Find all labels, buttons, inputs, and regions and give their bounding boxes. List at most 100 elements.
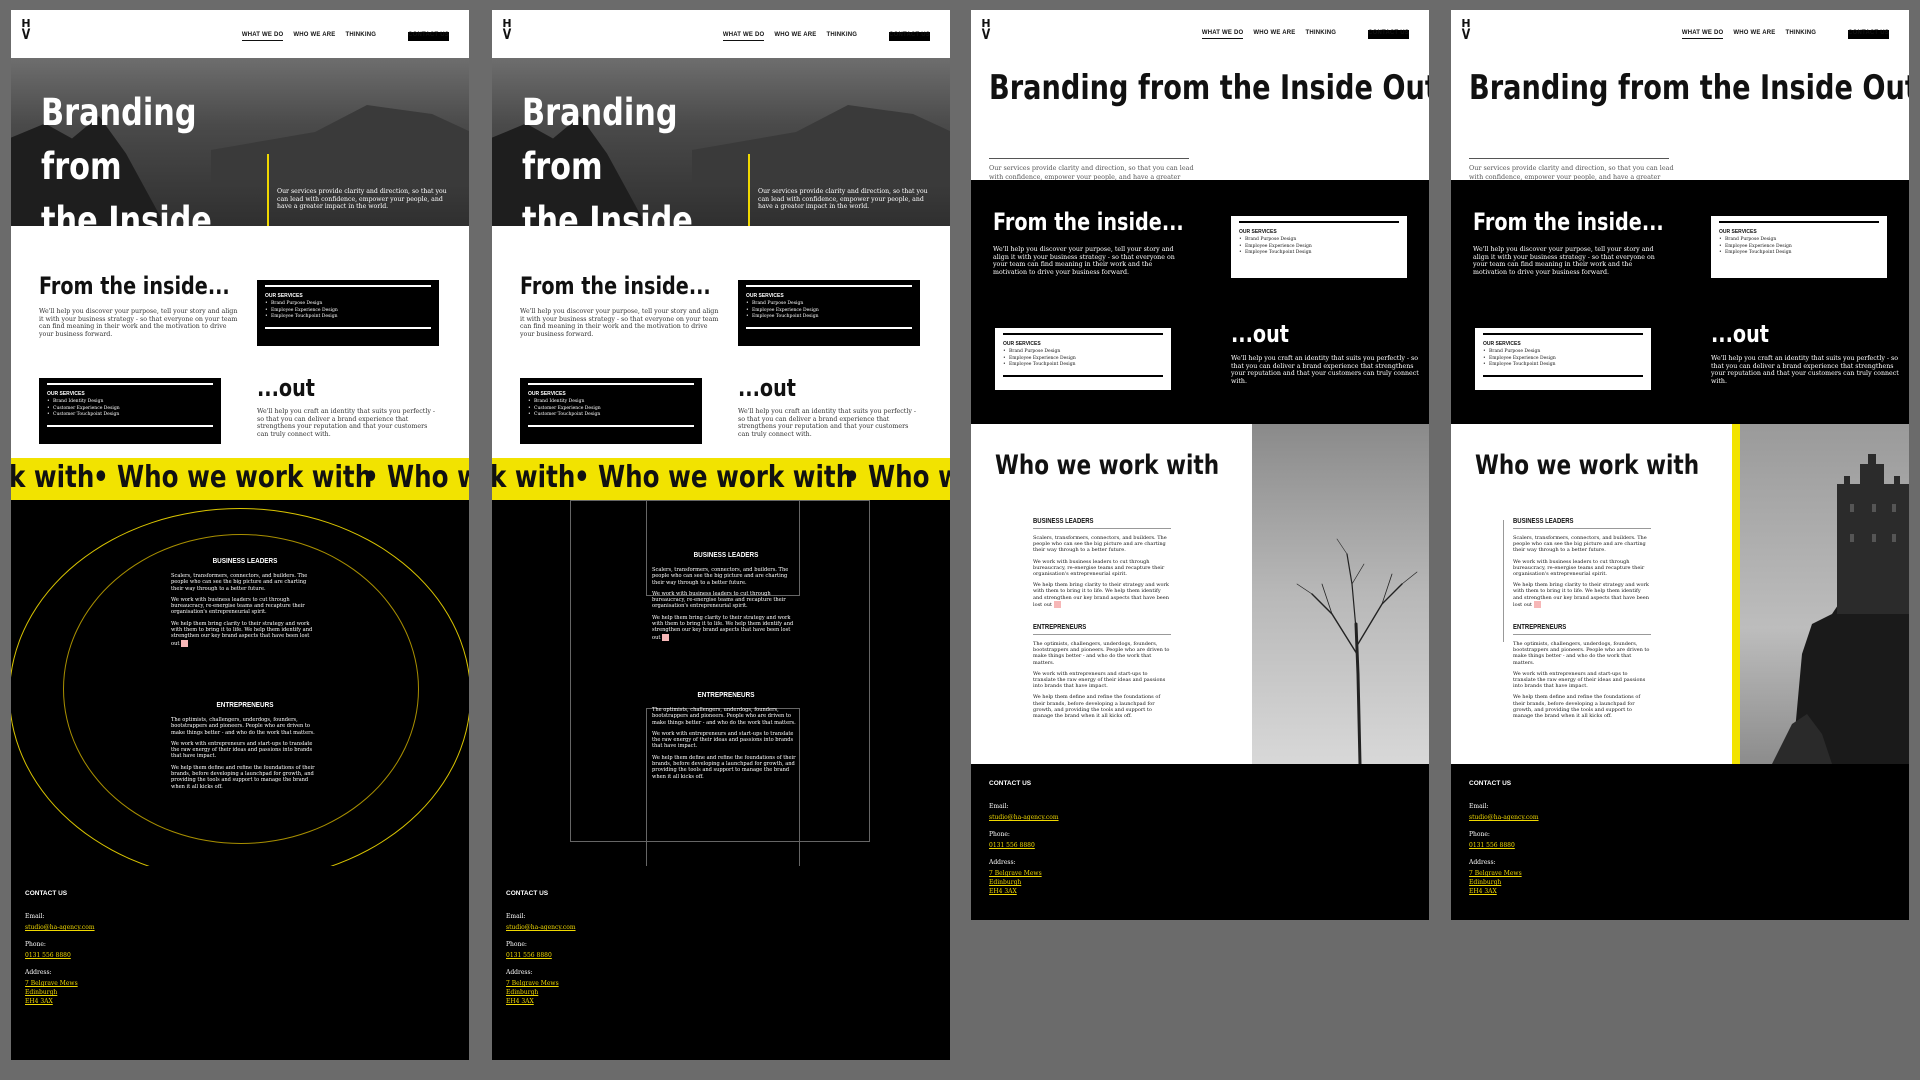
main-nav: WHAT WE DO WHO WE ARE THINKING CONTACT U… [1681, 30, 1889, 39]
hero: Branding from the Inside Out Our service… [971, 50, 1429, 190]
nav-thinking[interactable]: THINKING [346, 32, 377, 41]
business-leaders-block: BUSINESS LEADERS Scalers, transformers, … [652, 550, 794, 641]
phone-link[interactable]: 0131 556 8880 [989, 841, 1411, 850]
address-link[interactable]: 7 Belgrave Mews Edinburgh EH4 3AX [506, 979, 936, 1006]
hero-accent-line [267, 154, 269, 226]
nav-thinking[interactable]: THINKING [1786, 30, 1817, 39]
inside-out-section: From the inside... We'll help you discov… [492, 226, 950, 458]
who-we-work-with: BUSINESS LEADERS Scalers, transformers, … [11, 500, 469, 882]
site-header: H V WHAT WE DO WHO WE ARE THINKING CONTA… [492, 10, 950, 58]
nav-contact-us[interactable]: CONTACT US [1848, 30, 1889, 39]
hero: Branding fromthe Inside Out Our services… [492, 58, 950, 226]
inside-services-card: OUR SERVICES Brand Purpose Design Employ… [1711, 216, 1887, 278]
hero-title: Branding from the Inside Out [989, 68, 1429, 108]
out-heading: ...out [1231, 320, 1289, 348]
who-heading: Who we work with [1475, 450, 1700, 481]
phone-link[interactable]: 0131 556 8880 [25, 951, 455, 960]
nav-who-we-are[interactable]: WHO WE ARE [293, 32, 335, 41]
hero-divider [1469, 158, 1669, 159]
out-text: We'll help you craft an identity that su… [1231, 355, 1419, 385]
nav-what-we-do[interactable]: WHAT WE DO [1201, 30, 1244, 39]
nav-what-we-do[interactable]: WHAT WE DO [241, 32, 284, 41]
tree-image [1252, 424, 1429, 764]
phone-link[interactable]: 0131 556 8880 [506, 951, 936, 960]
hero-divider [989, 158, 1189, 159]
page-variant-4: H V WHAT WE DO WHO WE ARE THINKING CONTA… [1451, 10, 1909, 956]
entrepreneurs-block: ENTREPRENEURS The optimists, challengers… [1033, 624, 1171, 720]
inside-services-card: OUR SERVICES Brand Purpose Design Employ… [1231, 216, 1407, 278]
castle-image [1732, 424, 1909, 764]
page-variant-3: H V WHAT WE DO WHO WE ARE THINKING CONTA… [971, 10, 1429, 956]
address-link[interactable]: 7 Belgrave Mews Edinburgh EH4 3AX [25, 979, 455, 1006]
inside-text: We'll help you discover your purpose, te… [520, 308, 719, 338]
brand-logo[interactable]: H V [500, 18, 514, 52]
business-leaders-block: BUSINESS LEADERS Scalers, transformers, … [1033, 518, 1171, 613]
email-link[interactable]: studio@ha-agency.com [989, 813, 1411, 822]
business-leaders-block: BUSINESS LEADERS Scalers, transformers, … [171, 556, 313, 647]
out-services-card: OUR SERVICES Brand Identity Design Custo… [520, 378, 702, 444]
phone-link[interactable]: 0131 556 8880 [1469, 841, 1891, 850]
inside-out-section: From the inside... We'll help you discov… [971, 180, 1429, 424]
nav-who-we-are[interactable]: WHO WE ARE [1253, 30, 1295, 39]
inside-services-card: OUR SERVICES Brand Purpose Design Employ… [738, 280, 920, 346]
contact-footer: CONTACT US Email: studio@ha-agency.com P… [1451, 764, 1909, 920]
out-services-card: OUR SERVICES Brand Identity Design Custo… [39, 378, 221, 444]
hero-intro: Our services provide clarity and directi… [758, 188, 928, 210]
nav-who-we-are[interactable]: WHO WE ARE [774, 32, 816, 41]
out-text: We'll help you craft an identity that su… [1711, 355, 1899, 385]
email-link[interactable]: studio@ha-agency.com [506, 923, 936, 932]
inside-heading: From the inside... [39, 272, 230, 300]
out-text: We'll help you craft an identity that su… [257, 408, 436, 438]
hero-title: Branding from the Inside Out [1469, 68, 1909, 108]
brand-logo[interactable]: H V [1459, 18, 1473, 52]
inside-heading: From the inside... [1473, 208, 1664, 236]
page-variant-2: H V WHAT WE DO WHO WE ARE THINKING CONTA… [492, 10, 950, 1070]
entrepreneurs-block: ENTREPRENEURS The optimists, challengers… [171, 700, 315, 790]
who-we-work-with: BUSINESS LEADERS Scalers, transformers, … [492, 500, 950, 868]
nav-contact-us[interactable]: CONTACT US [889, 32, 930, 41]
who-marquee: k with • Who we work with • Who w [492, 458, 950, 500]
out-services-card: OUR SERVICES Brand Purpose Design Employ… [995, 328, 1171, 390]
who-heading: Who we work with [995, 450, 1220, 481]
inside-text: We'll help you discover your purpose, te… [39, 308, 238, 338]
nav-thinking[interactable]: THINKING [1306, 30, 1337, 39]
hero-title: Branding fromthe Inside Out [41, 91, 212, 226]
hero: Branding fromthe Inside Out Our services… [11, 58, 469, 226]
main-nav: WHAT WE DO WHO WE ARE THINKING CONTACT U… [241, 32, 449, 41]
out-text: We'll help you craft an identity that su… [738, 408, 917, 438]
site-header: H V WHAT WE DO WHO WE ARE THINKING CONTA… [1451, 10, 1909, 50]
hero-intro: Our services provide clarity and directi… [277, 188, 447, 210]
main-nav: WHAT WE DO WHO WE ARE THINKING CONTACT U… [722, 32, 930, 41]
business-leaders-block: BUSINESS LEADERS Scalers, transformers, … [1513, 518, 1651, 613]
entrepreneurs-block: ENTREPRENEURS The optimists, challengers… [1513, 624, 1651, 720]
vertical-rule [1503, 520, 1504, 642]
brand-logo[interactable]: H V [19, 18, 33, 52]
hero-accent-line [748, 154, 750, 226]
inside-text: We'll help you discover your purpose, te… [1473, 246, 1655, 276]
inside-text: We'll help you discover your purpose, te… [993, 246, 1175, 276]
nav-thinking[interactable]: THINKING [827, 32, 858, 41]
who-we-work-with: Who we work with BUSINESS LEADERS Scaler… [971, 424, 1429, 764]
nav-what-we-do[interactable]: WHAT WE DO [722, 32, 765, 41]
nav-contact-us[interactable]: CONTACT US [1368, 30, 1409, 39]
inside-heading: From the inside... [993, 208, 1184, 236]
inside-heading: From the inside... [520, 272, 711, 300]
nav-what-we-do[interactable]: WHAT WE DO [1681, 30, 1724, 39]
hero: Branding from the Inside Out Our service… [1451, 50, 1909, 190]
brand-logo[interactable]: H V [979, 18, 993, 52]
main-nav: WHAT WE DO WHO WE ARE THINKING CONTACT U… [1201, 30, 1409, 39]
contact-footer: CONTACT US Email: studio@ha-agency.com P… [492, 866, 950, 1060]
email-link[interactable]: studio@ha-agency.com [25, 923, 455, 932]
out-heading: ...out [1711, 320, 1769, 348]
email-link[interactable]: studio@ha-agency.com [1469, 813, 1891, 822]
out-services-card: OUR SERVICES Brand Purpose Design Employ… [1475, 328, 1651, 390]
out-heading: ...out [257, 374, 315, 402]
site-header: H V WHAT WE DO WHO WE ARE THINKING CONTA… [971, 10, 1429, 50]
address-link[interactable]: 7 Belgrave Mews Edinburgh EH4 3AX [989, 869, 1411, 896]
address-link[interactable]: 7 Belgrave Mews Edinburgh EH4 3AX [1469, 869, 1891, 896]
inside-out-section: From the inside... We'll help you discov… [1451, 180, 1909, 424]
nav-who-we-are[interactable]: WHO WE ARE [1733, 30, 1775, 39]
contact-footer: CONTACT US Email: studio@ha-agency.com P… [971, 764, 1429, 920]
contact-footer: CONTACT US Email: studio@ha-agency.com P… [11, 866, 469, 1060]
nav-contact-us[interactable]: CONTACT US [408, 32, 449, 41]
